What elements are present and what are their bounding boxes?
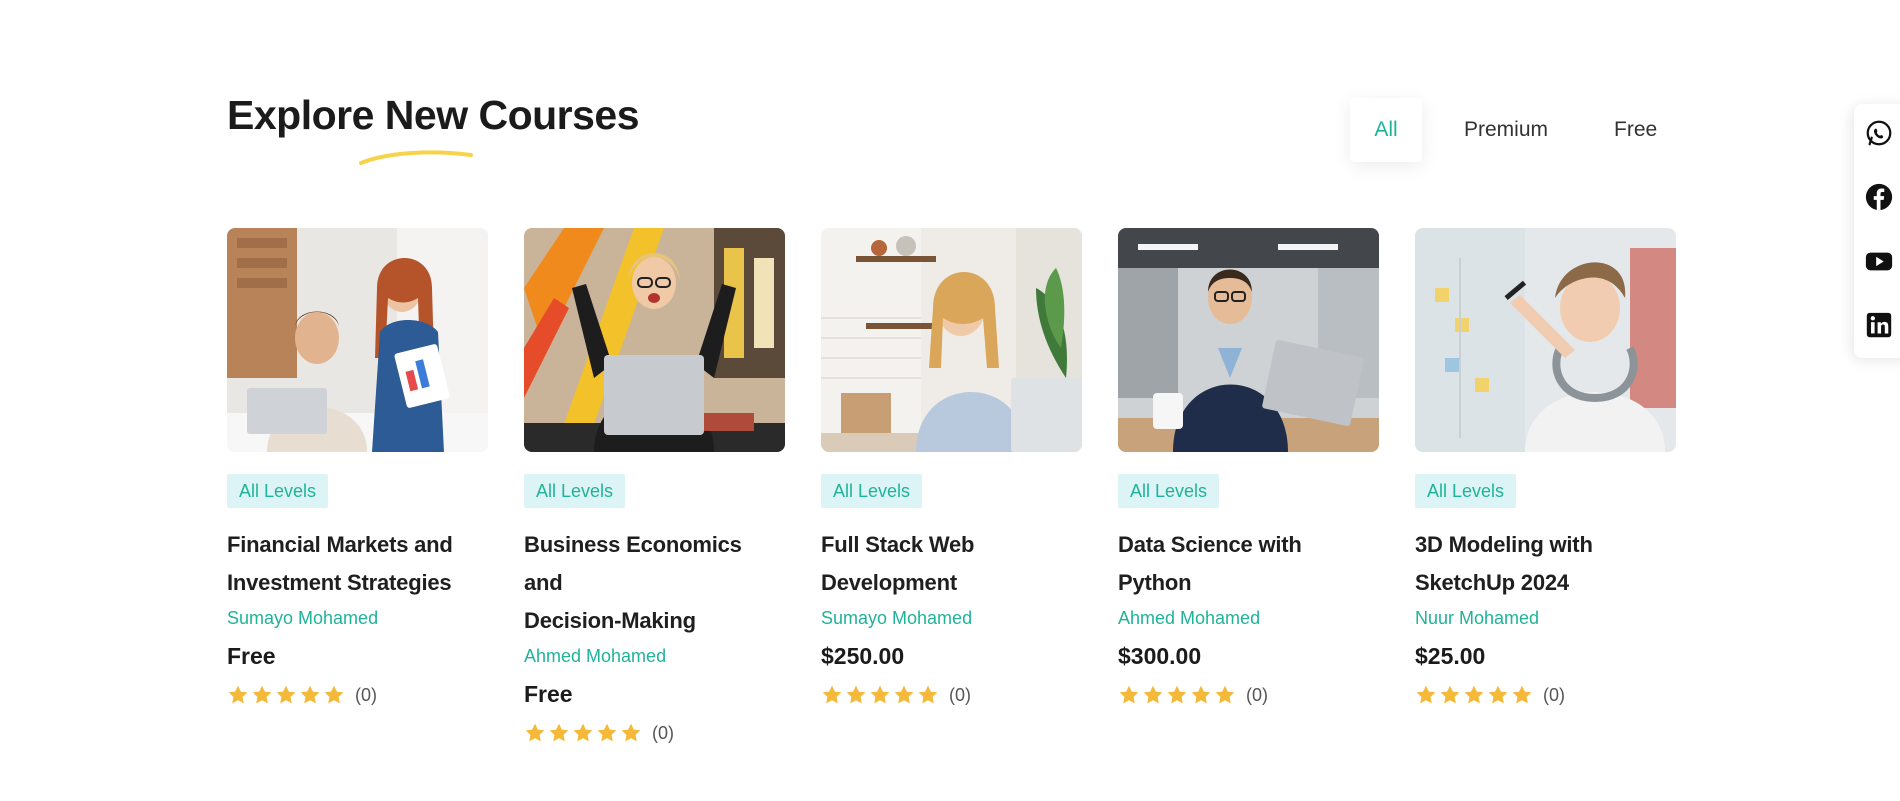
course-thumbnail[interactable] [227, 228, 488, 452]
star-icon [1488, 685, 1508, 704]
course-card[interactable]: All Levels Business Economics and Decisi… [524, 228, 785, 744]
course-rating: (0) [821, 684, 1082, 706]
linkedin-icon[interactable] [1864, 310, 1894, 340]
course-title[interactable]: Financial Markets and Investment Strateg… [227, 526, 488, 602]
star-icon [870, 685, 890, 704]
facebook-icon[interactable] [1864, 182, 1894, 212]
review-count: (0) [652, 722, 674, 743]
course-thumbnail[interactable] [1415, 228, 1676, 452]
star-rating [1415, 684, 1535, 706]
course-rating: (0) [1118, 684, 1379, 706]
review-count: (0) [1543, 684, 1565, 705]
star-icon [846, 685, 866, 704]
course-rating: (0) [1415, 684, 1676, 706]
course-card[interactable]: All Levels 3D Modeling with SketchUp 202… [1415, 228, 1676, 744]
tab-premium[interactable]: Premium [1440, 98, 1572, 162]
course-title-line: Financial Markets and [227, 532, 453, 557]
course-price: Free [524, 681, 573, 707]
course-title-line: Full Stack Web [821, 532, 975, 557]
course-thumbnail[interactable] [821, 228, 1082, 452]
course-filter-tabs: All Premium Free [1350, 98, 1681, 162]
star-icon [1167, 685, 1187, 704]
review-count: (0) [1246, 684, 1268, 705]
star-icon [300, 685, 320, 704]
star-rating [821, 684, 941, 706]
course-card[interactable]: All Levels Data Science with Python Ahme… [1118, 228, 1379, 744]
star-icon [597, 723, 617, 742]
star-icon [573, 723, 593, 742]
course-title[interactable]: Business Economics and Decision-Making [524, 526, 785, 640]
star-icon [1191, 685, 1211, 704]
section-title: Explore New Courses [227, 92, 640, 138]
course-instructor[interactable]: Sumayo Mohamed [227, 608, 488, 629]
tab-free[interactable]: Free [1590, 98, 1681, 162]
star-icon [549, 723, 569, 742]
course-photo-two-people-laptop [227, 228, 488, 452]
course-rating: (0) [227, 684, 488, 706]
star-icon [894, 685, 914, 704]
star-rating [1118, 684, 1238, 706]
course-level-badge: All Levels [1415, 474, 1517, 508]
star-icon [1143, 685, 1163, 704]
review-count: (0) [949, 684, 971, 705]
course-photo-man-office-laptop [1118, 228, 1379, 452]
star-icon [918, 685, 938, 704]
youtube-icon[interactable] [1864, 246, 1894, 276]
star-icon [822, 685, 842, 704]
star-icon [1464, 685, 1484, 704]
course-rating: (0) [524, 722, 785, 744]
course-title-line: Investment Strategies [227, 570, 452, 595]
star-icon [252, 685, 272, 704]
course-title[interactable]: 3D Modeling with SketchUp 2024 [1415, 526, 1676, 602]
star-icon [228, 685, 248, 704]
course-price: $250.00 [821, 643, 905, 669]
course-instructor[interactable]: Nuur Mohamed [1415, 608, 1676, 629]
social-links-bar [1854, 104, 1900, 358]
course-thumbnail[interactable] [1118, 228, 1379, 452]
course-title-line: Business Economics and [524, 532, 742, 595]
whatsapp-icon[interactable] [1864, 118, 1894, 148]
course-thumbnail[interactable] [524, 228, 785, 452]
star-icon [276, 685, 296, 704]
course-photo-excited-woman-laptop [524, 228, 785, 452]
star-icon [1440, 685, 1460, 704]
star-icon [525, 723, 545, 742]
course-price: $300.00 [1118, 643, 1202, 669]
course-price: Free [227, 643, 276, 669]
section-header: Explore New Courses [227, 92, 640, 165]
course-photo-woman-kitchen-laptop [821, 228, 1082, 452]
course-level-badge: All Levels [524, 474, 626, 508]
course-photo-man-drawing-board [1415, 228, 1676, 452]
course-card[interactable]: All Levels Financial Markets and Investm… [227, 228, 488, 744]
star-icon [1512, 685, 1532, 704]
course-title[interactable]: Full Stack Web Development [821, 526, 1082, 602]
star-rating [524, 722, 644, 744]
course-title-line: 3D Modeling with [1415, 532, 1593, 557]
star-icon [1215, 685, 1235, 704]
course-card[interactable]: All Levels Full Stack Web Development Su… [821, 228, 1082, 744]
page: Explore New Courses All Premium Free All… [0, 0, 1900, 801]
course-title-line: Data Science with Python [1118, 532, 1302, 595]
star-icon [1119, 685, 1139, 704]
course-title-line: Development [821, 570, 957, 595]
star-icon [621, 723, 641, 742]
course-price: $25.00 [1415, 643, 1486, 669]
course-title-line: SketchUp 2024 [1415, 570, 1569, 595]
star-icon [324, 685, 344, 704]
course-title-line: Decision-Making [524, 608, 696, 633]
course-title[interactable]: Data Science with Python [1118, 526, 1379, 602]
star-icon [1416, 685, 1436, 704]
tab-all[interactable]: All [1350, 98, 1422, 162]
star-rating [227, 684, 347, 706]
course-cards: All Levels Financial Markets and Investm… [227, 228, 1676, 744]
title-underline-decoration [359, 150, 473, 165]
course-instructor[interactable]: Sumayo Mohamed [821, 608, 1082, 629]
course-instructor[interactable]: Ahmed Mohamed [524, 646, 785, 667]
review-count: (0) [355, 684, 377, 705]
course-level-badge: All Levels [821, 474, 923, 508]
course-instructor[interactable]: Ahmed Mohamed [1118, 608, 1379, 629]
course-level-badge: All Levels [227, 474, 329, 508]
course-level-badge: All Levels [1118, 474, 1220, 508]
